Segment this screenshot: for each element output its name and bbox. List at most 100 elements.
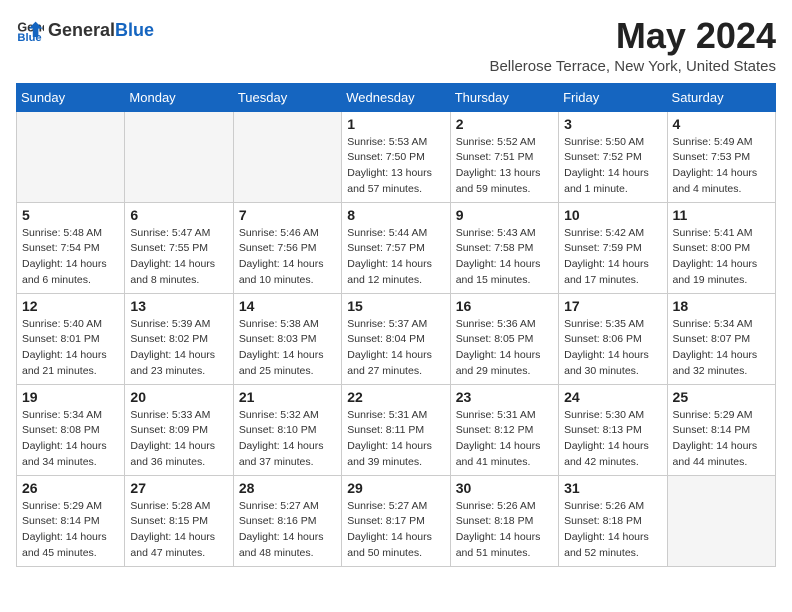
day-cell: 10 Sunrise: 5:42 AMSunset: 7:59 PMDayligh…: [559, 202, 667, 293]
weekday-header-thursday: Thursday: [450, 83, 558, 111]
day-number: 13: [130, 298, 227, 314]
day-info: Sunrise: 5:48 AMSunset: 7:54 PMDaylight:…: [22, 226, 119, 289]
day-number: 2: [456, 116, 553, 132]
day-info: Sunrise: 5:42 AMSunset: 7:59 PMDaylight:…: [564, 226, 661, 289]
logo-blue-text: Blue: [115, 20, 154, 41]
day-cell: 16Sunrise: 5:36 AMSunset: 8:05 PMDayligh…: [450, 293, 558, 384]
day-info: Sunrise: 5:38 AMSunset: 8:03 PMDaylight:…: [239, 317, 336, 380]
weekday-header-friday: Friday: [559, 83, 667, 111]
day-number: 22: [347, 389, 444, 405]
day-cell: 22 Sunrise: 5:31 AMSunset: 8:11 PMDayligh…: [342, 384, 450, 475]
day-number: 30: [456, 480, 553, 496]
day-cell: 25 Sunrise: 5:29 AMSunset: 8:14 PMDayligh…: [667, 384, 775, 475]
day-info: Sunrise: 5:46 AMSunset: 7:56 PMDaylight:…: [239, 226, 336, 289]
week-row-2: 5Sunrise: 5:48 AMSunset: 7:54 PMDaylight…: [17, 202, 776, 293]
week-row-1: 1 Sunrise: 5:53 AMSunset: 7:50 PMDaylight…: [17, 111, 776, 202]
day-cell: [667, 475, 775, 566]
day-cell: [233, 111, 341, 202]
weekday-header-sunday: Sunday: [17, 83, 125, 111]
day-number: 27: [130, 480, 227, 496]
weekday-header-saturday: Saturday: [667, 83, 775, 111]
day-cell: 9Sunrise: 5:43 AMSunset: 7:58 PMDaylight…: [450, 202, 558, 293]
day-cell: 30 Sunrise: 5:26 AMSunset: 8:18 PMDayligh…: [450, 475, 558, 566]
day-cell: 8 Sunrise: 5:44 AMSunset: 7:57 PMDaylight…: [342, 202, 450, 293]
day-number: 18: [673, 298, 770, 314]
day-cell: 18Sunrise: 5:34 AMSunset: 8:07 PMDayligh…: [667, 293, 775, 384]
day-cell: [17, 111, 125, 202]
day-info: Sunrise: 5:49 AMSunset: 7:53 PMDaylight:…: [673, 135, 770, 198]
day-number: 12: [22, 298, 119, 314]
day-info: Sunrise: 5:30 AMSunset: 8:13 PMDaylight:…: [564, 408, 661, 471]
day-info: Sunrise: 5:44 AMSunset: 7:57 PMDaylight:…: [347, 226, 444, 289]
day-number: 29: [347, 480, 444, 496]
weekday-header-tuesday: Tuesday: [233, 83, 341, 111]
day-cell: 24 Sunrise: 5:30 AMSunset: 8:13 PMDayligh…: [559, 384, 667, 475]
week-row-3: 12Sunrise: 5:40 AMSunset: 8:01 PMDayligh…: [17, 293, 776, 384]
day-cell: 19Sunrise: 5:34 AMSunset: 8:08 PMDayligh…: [17, 384, 125, 475]
day-info: Sunrise: 5:29 AMSunset: 8:14 PMDaylight:…: [673, 408, 770, 471]
day-cell: 14 Sunrise: 5:38 AMSunset: 8:03 PMDayligh…: [233, 293, 341, 384]
calendar-table: SundayMondayTuesdayWednesdayThursdayFrid…: [16, 83, 776, 567]
day-number: 25: [673, 389, 770, 405]
day-cell: 15 Sunrise: 5:37 AMSunset: 8:04 PMDayligh…: [342, 293, 450, 384]
day-info: Sunrise: 5:26 AMSunset: 8:18 PMDaylight:…: [456, 499, 553, 562]
weekday-header-wednesday: Wednesday: [342, 83, 450, 111]
day-number: 6: [130, 207, 227, 223]
day-cell: 3Sunrise: 5:50 AMSunset: 7:52 PMDaylight…: [559, 111, 667, 202]
weekday-header-monday: Monday: [125, 83, 233, 111]
day-cell: 2Sunrise: 5:52 AMSunset: 7:51 PMDaylight…: [450, 111, 558, 202]
day-info: Sunrise: 5:27 AMSunset: 8:16 PMDaylight:…: [239, 499, 336, 562]
day-number: 17: [564, 298, 661, 314]
day-cell: 28 Sunrise: 5:27 AMSunset: 8:16 PMDayligh…: [233, 475, 341, 566]
day-number: 8: [347, 207, 444, 223]
day-info: Sunrise: 5:31 AMSunset: 8:12 PMDaylight:…: [456, 408, 553, 471]
day-number: 14: [239, 298, 336, 314]
day-info: Sunrise: 5:27 AMSunset: 8:17 PMDaylight:…: [347, 499, 444, 562]
day-cell: 4 Sunrise: 5:49 AMSunset: 7:53 PMDaylight…: [667, 111, 775, 202]
day-cell: 27 Sunrise: 5:28 AMSunset: 8:15 PMDayligh…: [125, 475, 233, 566]
week-row-4: 19Sunrise: 5:34 AMSunset: 8:08 PMDayligh…: [17, 384, 776, 475]
day-cell: 17 Sunrise: 5:35 AMSunset: 8:06 PMDayligh…: [559, 293, 667, 384]
day-info: Sunrise: 5:37 AMSunset: 8:04 PMDaylight:…: [347, 317, 444, 380]
day-cell: 6 Sunrise: 5:47 AMSunset: 7:55 PMDaylight…: [125, 202, 233, 293]
day-cell: 23 Sunrise: 5:31 AMSunset: 8:12 PMDayligh…: [450, 384, 558, 475]
day-cell: 7 Sunrise: 5:46 AMSunset: 7:56 PMDaylight…: [233, 202, 341, 293]
day-info: Sunrise: 5:29 AMSunset: 8:14 PMDaylight:…: [22, 499, 119, 562]
logo-icon: General Blue: [16, 16, 44, 44]
day-number: 9: [456, 207, 553, 223]
day-info: Sunrise: 5:28 AMSunset: 8:15 PMDaylight:…: [130, 499, 227, 562]
day-number: 3: [564, 116, 661, 132]
day-number: 31: [564, 480, 661, 496]
day-cell: 26 Sunrise: 5:29 AMSunset: 8:14 PMDayligh…: [17, 475, 125, 566]
day-cell: 21 Sunrise: 5:32 AMSunset: 8:10 PMDayligh…: [233, 384, 341, 475]
day-info: Sunrise: 5:33 AMSunset: 8:09 PMDaylight:…: [130, 408, 227, 471]
week-row-5: 26 Sunrise: 5:29 AMSunset: 8:14 PMDayligh…: [17, 475, 776, 566]
header: General Blue GeneralBlue May 2024 Beller…: [16, 16, 776, 75]
day-number: 26: [22, 480, 119, 496]
day-info: Sunrise: 5:47 AMSunset: 7:55 PMDaylight:…: [130, 226, 227, 289]
day-cell: 5Sunrise: 5:48 AMSunset: 7:54 PMDaylight…: [17, 202, 125, 293]
month-title: May 2024: [489, 16, 776, 56]
day-info: Sunrise: 5:39 AMSunset: 8:02 PMDaylight:…: [130, 317, 227, 380]
day-cell: 11Sunrise: 5:41 AMSunset: 8:00 PMDayligh…: [667, 202, 775, 293]
day-cell: [125, 111, 233, 202]
day-info: Sunrise: 5:34 AMSunset: 8:08 PMDaylight:…: [22, 408, 119, 471]
day-number: 24: [564, 389, 661, 405]
day-number: 28: [239, 480, 336, 496]
day-number: 1: [347, 116, 444, 132]
day-info: Sunrise: 5:36 AMSunset: 8:05 PMDaylight:…: [456, 317, 553, 380]
title-area: May 2024 Bellerose Terrace, New York, Un…: [489, 16, 776, 75]
day-info: Sunrise: 5:31 AMSunset: 8:11 PMDaylight:…: [347, 408, 444, 471]
day-cell: 31Sunrise: 5:26 AMSunset: 8:18 PMDayligh…: [559, 475, 667, 566]
day-info: Sunrise: 5:35 AMSunset: 8:06 PMDaylight:…: [564, 317, 661, 380]
day-number: 23: [456, 389, 553, 405]
day-number: 4: [673, 116, 770, 132]
logo: General Blue GeneralBlue: [16, 16, 154, 44]
day-number: 21: [239, 389, 336, 405]
day-number: 15: [347, 298, 444, 314]
day-number: 7: [239, 207, 336, 223]
day-info: Sunrise: 5:53 AMSunset: 7:50 PMDaylight:…: [347, 135, 444, 198]
day-info: Sunrise: 5:32 AMSunset: 8:10 PMDaylight:…: [239, 408, 336, 471]
day-number: 10: [564, 207, 661, 223]
day-cell: 13 Sunrise: 5:39 AMSunset: 8:02 PMDayligh…: [125, 293, 233, 384]
